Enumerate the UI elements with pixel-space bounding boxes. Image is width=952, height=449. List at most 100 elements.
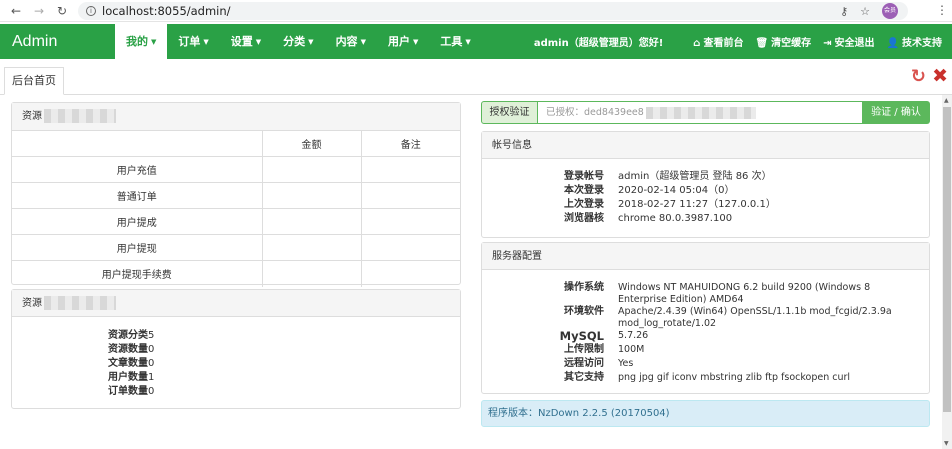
resource-amount-panel: 资源 金额 备注 用户充值 普通订单 用户提成 用户提现 用户提现手续费 [11,102,461,287]
info-value: 2020-02-14 05:04（0） [618,185,735,196]
info-label: 登录帐号 [564,171,604,182]
server-config-panel: 服务器配置 操作系统 Windows NT MAHUIDONG 6.2 build… [481,242,930,394]
menu-item-label: 分类 [283,35,306,48]
stat-value: 0 [148,344,155,355]
scroll-down-icon[interactable]: ▼ [944,440,949,447]
menu-item-label: 内容 [335,35,358,48]
clear-cache-link[interactable]: 🗑 清空缓存 [755,34,811,49]
profile-avatar[interactable]: 会员 [882,3,898,19]
close-icon[interactable]: ✖ [932,65,948,87]
link-label: 安全退出 [834,38,875,49]
menu-item-users[interactable]: 用户 ▼ [377,24,429,59]
verify-confirm-button[interactable]: 验证 / 确认 [862,101,930,124]
table-row: 用户提成 [12,208,460,235]
menu-item-label: 工具 [440,35,463,48]
info-label: 操作系统 [564,282,604,293]
stat-value: 0 [148,386,155,397]
program-version: 程序版本：NzDown 2.2.5 (20170504) [481,400,930,427]
tab-home[interactable]: 后台首页 [4,67,64,95]
caret-down-icon: ▼ [465,37,471,46]
menu-item-mine[interactable]: 我的 ▼ [115,24,168,59]
caret-down-icon: ▼ [255,37,262,46]
info-row: MySQL 5.7.26 [482,330,929,344]
link-label: 清空缓存 [771,38,812,49]
stat-label: 文章数量 [108,358,148,369]
info-row: 上次登录 2018-02-27 11:27（127.0.0.1） [482,199,929,213]
info-value: Windows NT MAHUIDONG 6.2 build 9200 (Win… [618,282,871,305]
back-arrow-icon[interactable]: ← [9,4,23,18]
tech-support-link[interactable]: 👤 技术支持 [887,34,942,49]
brand-logo[interactable]: Admin [12,24,57,59]
stat-value: 1 [148,372,155,383]
stat-row: 文章数量 0 [12,357,460,371]
table-header: 备注 [360,130,460,157]
logout-link[interactable]: ⇥ 安全退出 [823,34,874,49]
stat-row: 资源数量 0 [12,343,460,357]
stats-list: 资源分类 5 资源数量 0 文章数量 0 用户数量 1 订单数量 0 [12,317,460,399]
menu-item-categories[interactable]: 分类 ▼ [272,24,324,59]
caret-down-icon: ▼ [151,37,157,46]
refresh-icon[interactable]: ↻ [911,66,926,87]
reload-icon[interactable]: ↻ [55,4,69,18]
stat-row: 用户数量 1 [12,371,460,385]
browser-menu-icon[interactable]: ⋮ [936,3,948,17]
top-navbar: Admin 我的 ▼ 订单 ▼ 设置 ▼ 分类 ▼ 内容 ▼ 用户 ▼ 工具 ▼ admin（… [0,24,952,59]
page-scrollbar[interactable]: ▲ ▼ [942,95,952,449]
scroll-thumb[interactable] [943,107,951,412]
info-row: 上传限制 100M [482,344,929,358]
menu-item-label: 我的 [126,35,148,48]
view-frontend-link[interactable]: ⌂ 查看前台 [693,34,743,49]
home-icon: ⌂ [693,38,701,49]
table-cell [261,182,361,209]
info-row: 远程访问 Yes [482,358,929,372]
info-value: 5.7.26 [618,330,649,341]
info-label: 浏览器核 [564,213,604,224]
panel-header: 资源 [12,290,460,317]
browser-toolbar: ← → ↻ i localhost:8055/admin/ ⚷ ☆ 会员 ⋮ [0,0,952,22]
logout-icon: ⇥ [823,38,832,49]
scroll-up-icon[interactable]: ▲ [944,97,949,104]
info-row: 环境软件 Apache/2.4.39 (Win64) OpenSSL/1.1.1b… [482,306,929,330]
address-bar[interactable]: i localhost:8055/admin/ ⚷ ☆ 会员 [78,2,908,20]
info-value: 2018-02-27 11:27（127.0.0.1） [618,199,776,210]
star-icon[interactable]: ☆ [860,5,870,18]
stat-value: 0 [148,358,155,369]
key-icon[interactable]: ⚷ [840,5,848,18]
table-cell [261,208,361,235]
table-cell [261,260,361,287]
caret-down-icon: ▼ [203,37,209,46]
table-row: 用户提现手续费 [12,260,460,287]
info-value: admin（超级管理员 登陆 86 次） [618,171,772,182]
info-value: chrome 80.0.3987.100 [618,213,733,224]
user-greeting: admin（超级管理员）您好! [533,38,664,49]
trash-icon: 🗑 [755,38,769,49]
table-cell [360,156,460,183]
info-icon[interactable]: i [86,6,96,16]
forward-arrow-icon[interactable]: → [32,4,46,18]
info-value: 100M [618,344,645,355]
info-row: 其它支持 png jpg gif iconv mbstring zlib ftp … [482,372,929,386]
info-row: 登录帐号 admin（超级管理员 登陆 86 次） [482,171,929,185]
table-cell: 用户充值 [12,156,262,183]
auth-verify-bar: 授权验证 已授权：ded8439ee8 验证 / 确认 [481,101,930,124]
info-label: 本次登录 [564,185,604,196]
table-row: 用户提现 [12,234,460,261]
redacted-mark [645,106,756,119]
resource-table: 金额 备注 用户充值 普通订单 用户提成 用户提现 用户提现手续费 [12,130,460,287]
menu-item-tools[interactable]: 工具 ▼ [429,24,481,59]
menu-item-content[interactable]: 内容 ▼ [325,24,377,59]
panel-title: 资源 [22,298,42,309]
auth-code-input[interactable]: 已授权：ded8439ee8 [538,101,864,124]
info-value: Yes [618,358,634,369]
stat-label: 订单数量 [108,386,148,397]
menu-item-settings[interactable]: 设置 ▼ [220,24,272,59]
navbar-right: admin（超级管理员）您好! ⌂ 查看前台 🗑 清空缓存 ⇥ 安全退出 👤 技术支持 [534,24,942,59]
menu-item-orders[interactable]: 订单 ▼ [167,24,219,59]
stat-row: 资源分类 5 [12,329,460,343]
resource-stats-panel: 资源 资源分类 5 资源数量 0 文章数量 0 用户数量 1 订单数量 0 [11,289,461,409]
table-cell [360,234,460,261]
table-cell: 用户提现手续费 [12,260,262,287]
table-cell [360,182,460,209]
panel-header: 帐号信息 [482,132,929,159]
panel-header: 资源 [12,103,460,130]
